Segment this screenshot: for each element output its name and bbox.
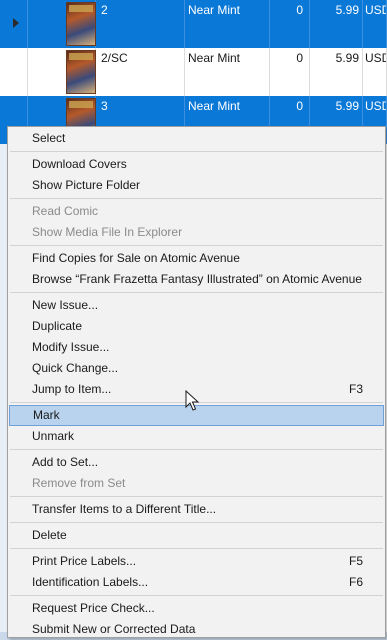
menu-item-quick-change[interactable]: Quick Change... xyxy=(8,358,385,379)
currency-cell: USD xyxy=(363,48,387,96)
menu-item-request-price-check[interactable]: Request Price Check... xyxy=(8,598,385,619)
menu-item-modify-issue[interactable]: Modify Issue... xyxy=(8,337,385,358)
qty-cell: 0 xyxy=(270,48,310,96)
menu-item-unmark[interactable]: Unmark xyxy=(8,426,385,447)
menu-separator xyxy=(10,151,383,152)
cover-cell xyxy=(28,0,96,48)
menu-separator xyxy=(10,449,383,450)
menu-item-identification-labels[interactable]: Identification Labels... F6 xyxy=(8,572,385,593)
qty-cell: 0 xyxy=(270,0,310,48)
cover-cell xyxy=(28,48,96,96)
menu-separator xyxy=(10,496,383,497)
menu-item-browse-title[interactable]: Browse “Frank Frazetta Fantasy Illustrat… xyxy=(8,269,385,290)
shortcut-label: F6 xyxy=(348,575,363,589)
menu-item-find-copies[interactable]: Find Copies for Sale on Atomic Avenue xyxy=(8,248,385,269)
menu-item-add-to-set[interactable]: Add to Set... xyxy=(8,452,385,473)
menu-item-remove-from-set: Remove from Set xyxy=(32,476,126,490)
menu-item-label: Print Price Labels... xyxy=(32,554,137,568)
menu-separator xyxy=(10,595,383,596)
issue-cell: 2 xyxy=(96,0,185,48)
menu-item-label: Identification Labels... xyxy=(32,575,149,589)
menu-separator xyxy=(10,245,383,246)
menu-separator xyxy=(10,198,383,199)
table-row[interactable]: 2 Near Mint 0 5.99 USD xyxy=(0,0,387,48)
menu-separator xyxy=(10,548,383,549)
menu-item-show-media-file: Show Media File In Explorer xyxy=(32,225,183,239)
cover-thumbnail xyxy=(66,50,96,94)
row-pointer-icon xyxy=(13,18,19,28)
menu-item-submit-data[interactable]: Submit New or Corrected Data xyxy=(8,619,385,640)
row-indicator xyxy=(0,0,28,48)
menu-item-delete[interactable]: Delete xyxy=(8,525,385,546)
menu-item-show-picture-folder[interactable]: Show Picture Folder xyxy=(8,175,385,196)
menu-item-label: Jump to Item... xyxy=(32,382,112,396)
menu-item-download-covers[interactable]: Download Covers xyxy=(8,154,385,175)
shortcut-label: F3 xyxy=(348,382,363,396)
condition-cell: Near Mint xyxy=(185,0,270,48)
menu-item-duplicate[interactable]: Duplicate xyxy=(8,316,385,337)
menu-separator xyxy=(10,292,383,293)
menu-item-print-price-labels[interactable]: Print Price Labels... F5 xyxy=(8,551,385,572)
price-cell: 5.99 xyxy=(310,0,363,48)
issue-cell: 2/SC xyxy=(96,48,185,96)
mouse-pointer-icon xyxy=(185,390,200,411)
context-menu: Select Download Covers Show Picture Fold… xyxy=(7,126,386,638)
menu-separator xyxy=(10,522,383,523)
menu-item-read-comic: Read Comic xyxy=(32,204,99,218)
menu-item-transfer-items[interactable]: Transfer Items to a Different Title... xyxy=(8,499,385,520)
shortcut-label: F5 xyxy=(348,554,363,568)
row-indicator xyxy=(0,48,28,96)
price-cell: 5.99 xyxy=(310,48,363,96)
menu-item-select[interactable]: Select xyxy=(8,128,385,149)
menu-item-new-issue[interactable]: New Issue... xyxy=(8,295,385,316)
cover-thumbnail xyxy=(66,2,96,46)
table-row[interactable]: 2/SC Near Mint 0 5.99 USD xyxy=(0,48,387,96)
currency-cell: USD xyxy=(363,0,387,48)
condition-cell: Near Mint xyxy=(185,48,270,96)
